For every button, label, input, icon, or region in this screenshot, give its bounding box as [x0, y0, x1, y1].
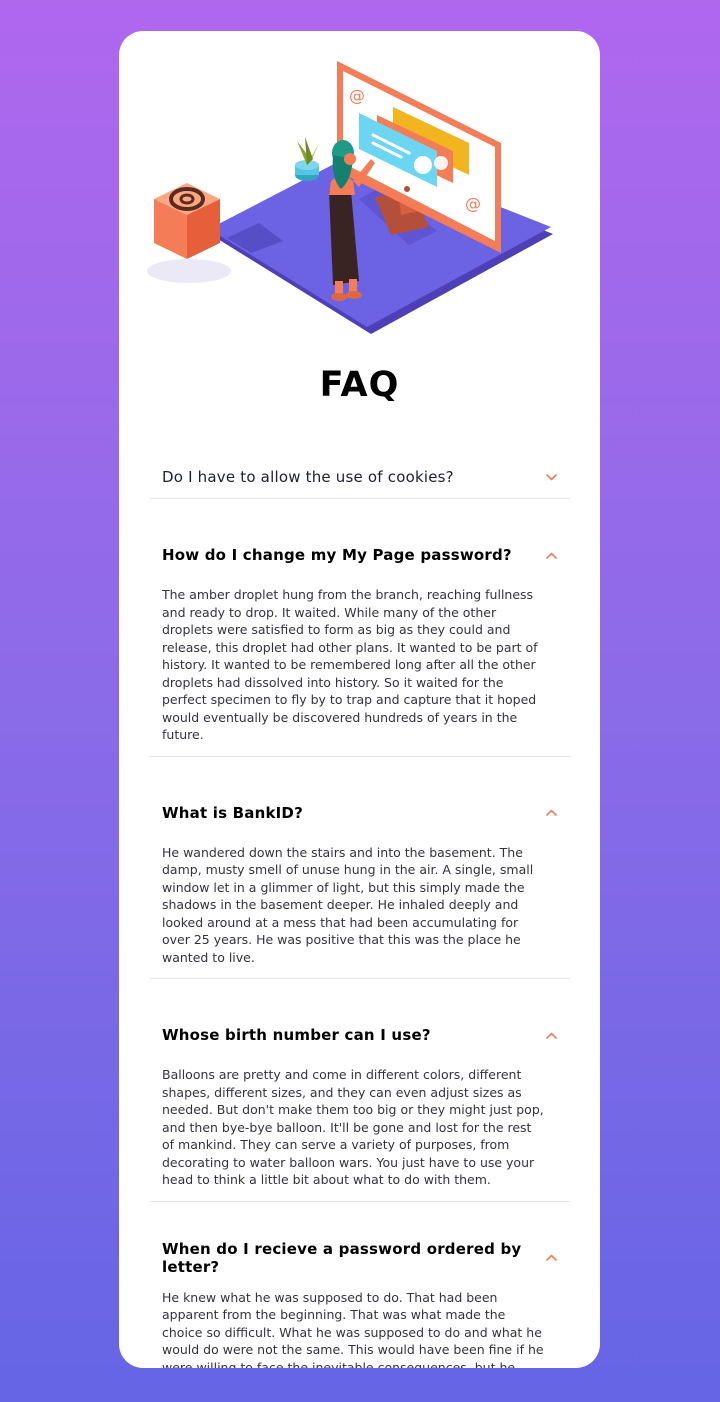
- chevron-up-icon[interactable]: [544, 548, 558, 562]
- svg-text:@: @: [465, 194, 481, 213]
- chevron-up-icon[interactable]: [544, 806, 558, 820]
- faq-question-toggle[interactable]: What is BankID?: [150, 794, 570, 832]
- faq-question-text: How do I change my My Page password?: [162, 546, 512, 564]
- faq-question-toggle[interactable]: When do I recieve a password ordered by …: [150, 1239, 570, 1277]
- chevron-up-icon[interactable]: [544, 1028, 558, 1042]
- faq-illustration: @ @: [147, 61, 553, 334]
- faq-question-text: What is BankID?: [162, 803, 303, 822]
- faq-card: @ @ FAQ Do I have to allow the use of co…: [119, 31, 600, 1368]
- faq-item: Whose birth number can I use? Balloons ar…: [150, 1005, 570, 1202]
- faq-question-toggle[interactable]: Whose birth number can I use?: [150, 1016, 570, 1054]
- faq-question-text: When do I recieve a password ordered by …: [162, 1239, 522, 1276]
- faq-answer-text: He knew what he was supposed to do. That…: [162, 1289, 544, 1369]
- faq-item: When do I recieve a password ordered by …: [150, 1228, 570, 1369]
- faq-list: Do I have to allow the use of cookies? Ho…: [150, 447, 570, 1368]
- faq-answer-text: Balloons are pretty and come in differen…: [162, 1067, 544, 1187]
- faq-answer-text: He wandered down the stairs and into the…: [162, 844, 534, 965]
- faq-item: What is BankID? He wandered down the stai…: [150, 783, 570, 979]
- faq-question-text: Whose birth number can I use?: [162, 1026, 431, 1044]
- chevron-up-icon[interactable]: [544, 1251, 558, 1265]
- faq-question-toggle[interactable]: How do I change my My Page password?: [150, 536, 570, 574]
- faq-answer-text: The amber droplet hung from the branch, …: [162, 587, 538, 742]
- faq-question-text: Do I have to allow the use of cookies?: [162, 468, 454, 486]
- svg-text:@: @: [349, 86, 365, 105]
- faq-item: Do I have to allow the use of cookies?: [150, 447, 570, 499]
- faq-question-toggle[interactable]: Do I have to allow the use of cookies?: [150, 458, 570, 496]
- page-title: FAQ: [319, 365, 400, 405]
- chevron-down-icon[interactable]: [544, 470, 558, 484]
- faq-item: How do I change my My Page password? The …: [150, 525, 570, 757]
